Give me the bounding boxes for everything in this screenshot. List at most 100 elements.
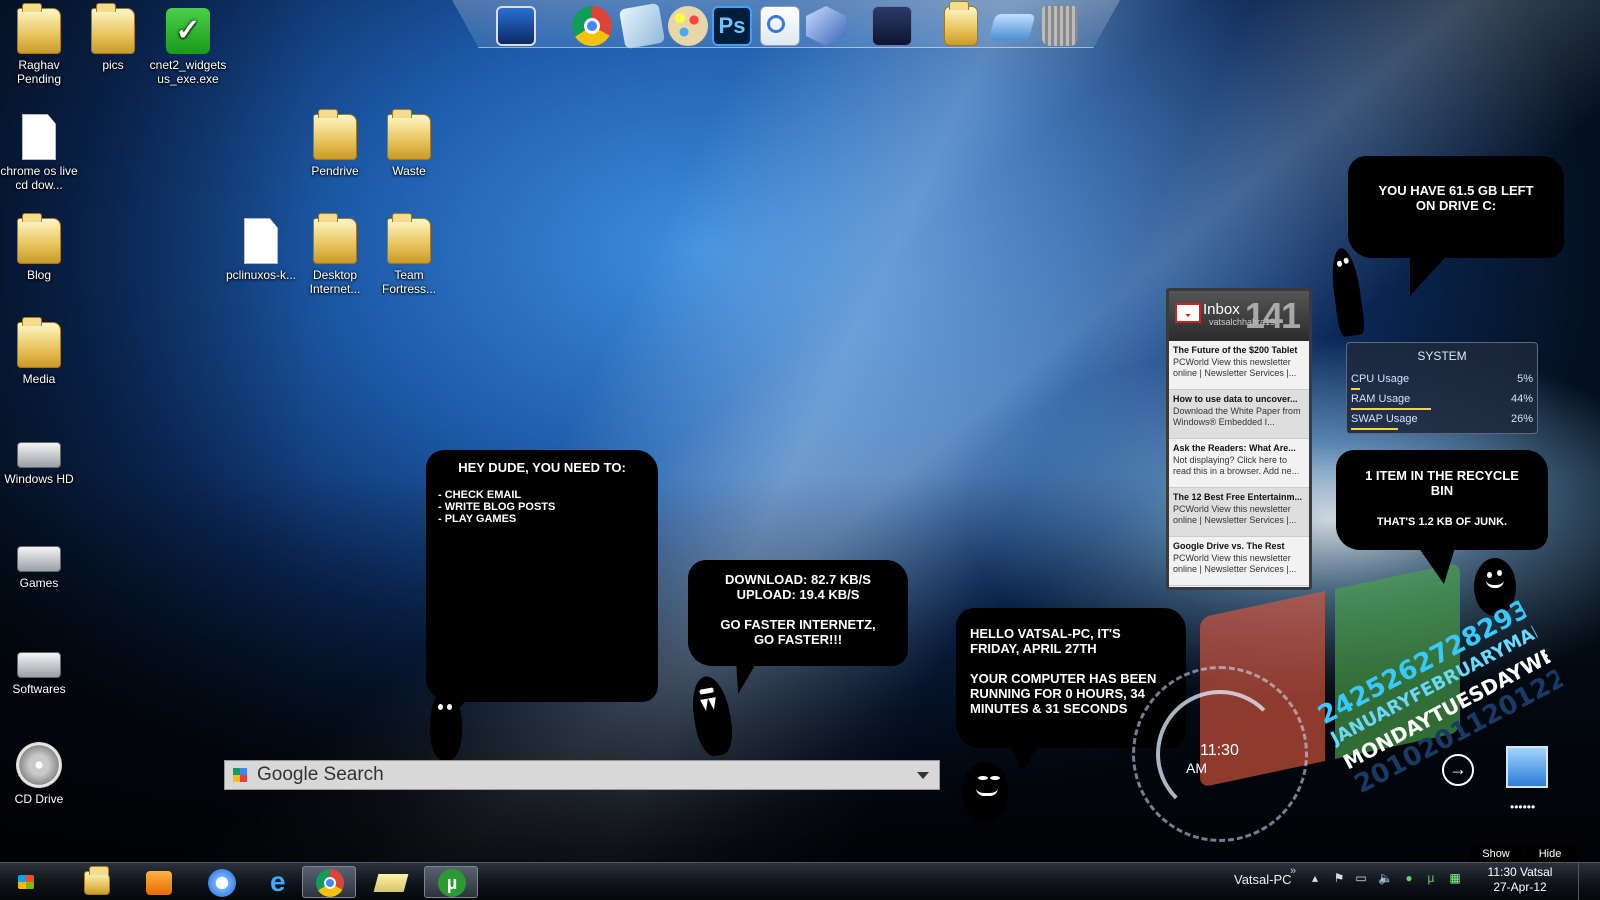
tray-computer-label: Vatsal-PC <box>1234 872 1292 887</box>
gmail-message[interactable]: The Future of the $200 Tablet PCWorld Vie… <box>1169 341 1309 390</box>
google-logo-icon <box>233 768 247 782</box>
folder-icon <box>17 3 61 54</box>
search-icon[interactable] <box>760 6 800 46</box>
desktop-icon-label: cnet2_widgetsus_exe.exe <box>149 58 227 86</box>
tray-time: 11:30 Vatsal <box>1487 865 1553 879</box>
itunes-icon <box>208 869 236 897</box>
message-subject: The Future of the $200 Tablet <box>1173 345 1298 355</box>
greeting-line: HELLO VATSAL-PC, IT'S <box>970 626 1121 641</box>
desktop-icon-label: Waste <box>392 164 426 178</box>
google-search-bar[interactable]: Google Search <box>224 760 940 790</box>
folder-icon <box>17 317 61 368</box>
swap-usage-bar <box>1351 428 1399 430</box>
message-subject: How to use data to uncover... <box>1173 394 1298 404</box>
cpu-usage-bar <box>1351 388 1361 390</box>
installer-icon: ✓ <box>166 8 210 54</box>
message-subject: Ask the Readers: What Are... <box>1173 443 1296 453</box>
message-subject: The 12 Best Free Entertainm... <box>1173 492 1303 502</box>
taskbar-itunes[interactable] <box>194 866 248 898</box>
folders-icon <box>373 874 409 892</box>
notes-icon[interactable] <box>618 2 666 50</box>
desktop-icon-label: Windows HD <box>4 472 74 486</box>
desktop-icon-pics[interactable]: pics <box>74 3 152 72</box>
show-button[interactable]: Show <box>1470 846 1522 862</box>
display-icon[interactable]: ▭ <box>1354 871 1368 885</box>
gmail-message[interactable]: Google Drive vs. The Rest PCWorld View th… <box>1169 537 1309 586</box>
gmail-unread-count: 141 <box>1244 295 1301 336</box>
network-tray-icon[interactable]: ▦ <box>1448 871 1462 885</box>
gmail-inbox-title: Inbox <box>1203 301 1240 318</box>
desktop-icon-cd-drive[interactable]: CD Drive <box>0 742 78 806</box>
desktop-icon-waste[interactable]: Waste <box>370 109 448 178</box>
desktop-icon-games[interactable]: Games <box>0 532 78 590</box>
swap-usage-row: SWAP Usage 26% <box>1351 413 1533 431</box>
gmail-message-list: The Future of the $200 Tablet PCWorld Vie… <box>1169 341 1309 586</box>
widget-dots: •••••• <box>1510 800 1536 814</box>
chrome-icon <box>316 869 344 897</box>
paint-palette-icon[interactable] <box>668 6 708 46</box>
folder-icon <box>387 109 431 160</box>
desktop-icon-label: Blog <box>26 268 52 282</box>
folder-icon <box>387 213 431 264</box>
gmail-gadget[interactable]: Inbox vatsalchhabra19 141 The Future of … <box>1166 288 1312 590</box>
desktop-icon-desktop-internet[interactable]: Desktop Internet... <box>296 213 374 296</box>
desktop-icon-blog[interactable]: Blog <box>0 213 78 282</box>
hide-button[interactable]: Hide <box>1524 846 1576 862</box>
desktop-icon-media[interactable]: Media <box>0 317 78 386</box>
desktop-icon-softwares[interactable]: Softwares <box>0 638 78 696</box>
desktop-icon-label: Media <box>22 372 56 386</box>
network-bubble: DOWNLOAD: 82.7 KB/S UPLOAD: 19.4 KB/S GO… <box>688 560 908 666</box>
tray-clock[interactable]: 11:30 Vatsal 27-Apr-12 <box>1480 865 1560 895</box>
photoshop-icon[interactable]: Ps <box>712 6 752 46</box>
desktop-icon-pclinuxos[interactable]: pclinuxos-k... <box>222 218 300 282</box>
tray-app-icon[interactable]: ● <box>1402 871 1416 885</box>
desktop-icon-chrome-os[interactable]: chrome os live cd dow... <box>0 114 78 192</box>
gmail-message[interactable]: The 12 Best Free Entertainm... PCWorld Vi… <box>1169 488 1309 537</box>
utorrent-tray-icon[interactable]: µ <box>1424 871 1438 885</box>
todo-title: HEY DUDE, YOU NEED TO: <box>458 460 626 475</box>
network-icon[interactable] <box>988 14 1036 40</box>
taskbar: e µ Vatsal-PC » ▴ ⚑ ▭ 🔈 ● µ ▦ 11:30 Vats… <box>0 862 1600 900</box>
download-widget-icon[interactable] <box>1506 746 1548 788</box>
meter-value: 5% <box>1517 373 1533 385</box>
folder-icon[interactable] <box>944 1 978 46</box>
taskbar-utorrent[interactable]: µ <box>424 866 478 898</box>
taskbar-explorer[interactable] <box>70 866 124 898</box>
show-desktop-button[interactable] <box>1578 863 1600 900</box>
desktop-icon-windows-hd[interactable]: Windows HD <box>0 428 78 486</box>
desktop-icon-label: Softwares <box>12 682 66 696</box>
google-search-placeholder: Google Search <box>257 764 384 785</box>
desktop-icon-pendrive[interactable]: Pendrive <box>296 109 374 178</box>
drive-icon <box>17 652 61 678</box>
network-message: GO FASTER INTERNETZ, <box>720 617 876 632</box>
volume-icon[interactable]: 🔈 <box>1378 871 1393 885</box>
desktop-icon-label: Pendrive <box>311 164 359 178</box>
chevron-down-icon[interactable] <box>917 772 929 779</box>
internet-explorer-icon: e <box>270 866 286 897</box>
ram-usage-row: RAM Usage 44% <box>1351 393 1533 411</box>
desktop-icon-raghav-pending[interactable]: Raghav Pending <box>0 3 78 86</box>
gmail-header: Inbox vatsalchhabra19 141 <box>1169 291 1309 341</box>
show-hidden-icons-icon[interactable]: ▴ <box>1308 871 1322 885</box>
chrome-icon[interactable] <box>572 6 612 46</box>
computer-icon[interactable] <box>496 6 536 46</box>
taskbar-folders[interactable] <box>364 866 418 898</box>
taskbar-chrome[interactable] <box>302 866 356 898</box>
toolbar-chevron[interactable]: » <box>1290 865 1296 877</box>
desktop-icon-cnet-installer[interactable]: ✓ cnet2_widgetsus_exe.exe <box>148 8 228 86</box>
gmail-message[interactable]: How to use data to uncover... Download th… <box>1169 390 1309 439</box>
cd-drive-icon <box>16 742 62 788</box>
action-center-flag-icon[interactable]: ⚑ <box>1332 871 1346 885</box>
message-subject: Google Drive vs. The Rest <box>1173 541 1285 551</box>
system-title: SYSTEM <box>1417 349 1467 363</box>
gmail-message[interactable]: Ask the Readers: What Are... Not displayi… <box>1169 439 1309 488</box>
recycle-bin-icon[interactable] <box>1042 6 1078 46</box>
taskbar-media-player[interactable] <box>132 866 186 898</box>
meter-label: SWAP Usage <box>1351 413 1418 425</box>
start-button[interactable] <box>6 866 46 898</box>
desktop-icon-label: Desktop Internet... <box>309 268 361 296</box>
toolbox-icon[interactable] <box>872 6 912 46</box>
arrow-right-icon[interactable]: → <box>1442 754 1474 786</box>
desktop-icon-team-fortress[interactable]: Team Fortress... <box>370 213 448 296</box>
todo-bubble: HEY DUDE, YOU NEED TO: - CHECK EMAIL - W… <box>426 450 658 702</box>
